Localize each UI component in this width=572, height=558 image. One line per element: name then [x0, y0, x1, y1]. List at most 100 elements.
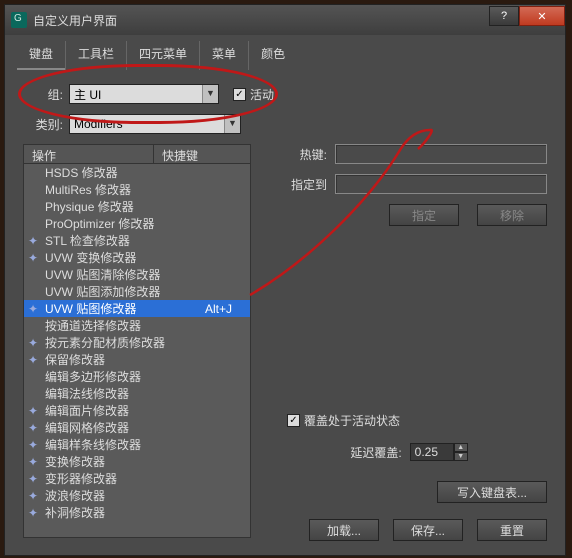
delay-label: 延迟覆盖: — [350, 444, 401, 461]
category-label: 类别: — [23, 116, 63, 133]
list-item[interactable]: ✦保留修改器 — [24, 351, 250, 368]
delay-spinner[interactable]: 0.25 ▲▼ — [410, 443, 468, 461]
group-label: 组: — [23, 86, 63, 103]
item-icon — [28, 370, 42, 384]
list-item[interactable]: ProOptimizer 修改器 — [24, 215, 250, 232]
write-kb-button[interactable]: 写入键盘表... — [437, 481, 547, 503]
category-value: Modifiers — [74, 117, 123, 131]
spin-up-icon[interactable]: ▲ — [454, 443, 468, 452]
tab-toolbar[interactable]: 工具栏 — [65, 41, 126, 70]
item-label: UVW 贴图修改器 — [45, 300, 205, 317]
item-label: UVW 贴图添加修改器 — [45, 283, 232, 300]
tab-keyboard[interactable]: 键盘 — [17, 41, 65, 70]
remove-button[interactable]: 移除 — [477, 204, 547, 226]
app-icon — [11, 12, 27, 28]
item-icon — [28, 268, 42, 282]
list-item[interactable]: 编辑多边形修改器 — [24, 368, 250, 385]
item-icon: ✦ — [28, 353, 42, 367]
list-item[interactable]: ✦UVW 变换修改器 — [24, 249, 250, 266]
save-button[interactable]: 保存... — [393, 519, 463, 541]
list-item[interactable]: UVW 贴图添加修改器 — [24, 283, 250, 300]
item-label: 编辑面片修改器 — [45, 402, 232, 419]
spin-down-icon[interactable]: ▼ — [454, 452, 468, 461]
item-icon: ✦ — [28, 472, 42, 486]
col-hotkey[interactable]: 快捷键 — [154, 145, 250, 163]
item-label: 编辑样条线修改器 — [45, 436, 232, 453]
item-icon — [28, 319, 42, 333]
right-panel: 热键: 指定到 指定 移除 ✓ 覆盖处于活动状态 — [271, 144, 547, 541]
list-item[interactable]: ✦补洞修改器 — [24, 504, 250, 521]
item-label: 波浪修改器 — [45, 487, 232, 504]
action-list[interactable]: HSDS 修改器MultiRes 修改器Physique 修改器ProOptim… — [24, 164, 250, 537]
item-label: 变形器修改器 — [45, 470, 232, 487]
list-item[interactable]: 按通道选择修改器 — [24, 317, 250, 334]
list-item[interactable]: HSDS 修改器 — [24, 164, 250, 181]
item-icon — [28, 387, 42, 401]
delay-value[interactable]: 0.25 — [410, 443, 454, 461]
item-label: 按元素分配材质修改器 — [45, 334, 232, 351]
list-item[interactable]: ✦编辑网格修改器 — [24, 419, 250, 436]
chevron-down-icon: ▼ — [202, 85, 218, 103]
item-label: UVW 变换修改器 — [45, 249, 232, 266]
item-label: 编辑法线修改器 — [45, 385, 232, 402]
action-listbox: HSDS 修改器MultiRes 修改器Physique 修改器ProOptim… — [23, 164, 251, 538]
col-action[interactable]: 操作 — [24, 145, 154, 163]
list-item[interactable]: ✦变换修改器 — [24, 453, 250, 470]
item-label: STL 检查修改器 — [45, 232, 232, 249]
item-icon: ✦ — [28, 302, 42, 316]
item-label: 保留修改器 — [45, 351, 232, 368]
list-item[interactable]: ✦变形器修改器 — [24, 470, 250, 487]
item-icon: ✦ — [28, 506, 42, 520]
item-icon: ✦ — [28, 489, 42, 503]
active-label: 活动 — [250, 86, 274, 103]
item-label: Physique 修改器 — [45, 198, 232, 215]
list-header: 操作 快捷键 — [23, 144, 251, 164]
item-icon: ✦ — [28, 251, 42, 265]
help-button[interactable]: ? — [489, 6, 519, 26]
item-label: UVW 贴图清除修改器 — [45, 266, 232, 283]
item-icon: ✦ — [28, 438, 42, 452]
main-pane: 组: 主 UI ▼ ✓ 活动 类别: Modifiers ▼ 操作 快捷键 — [5, 70, 565, 551]
window-title: 自定义用户界面 — [33, 12, 489, 29]
item-icon — [28, 285, 42, 299]
override-checkbox[interactable]: ✓ 覆盖处于活动状态 — [287, 412, 400, 429]
tab-menu[interactable]: 菜单 — [199, 41, 248, 70]
active-checkbox[interactable]: ✓ 活动 — [233, 86, 274, 103]
list-item[interactable]: 编辑法线修改器 — [24, 385, 250, 402]
assign-button[interactable]: 指定 — [389, 204, 459, 226]
list-item[interactable]: ✦STL 检查修改器 — [24, 232, 250, 249]
list-item[interactable]: UVW 贴图清除修改器 — [24, 266, 250, 283]
tab-quadmenu[interactable]: 四元菜单 — [126, 41, 199, 70]
check-icon: ✓ — [287, 414, 300, 427]
list-item[interactable]: Physique 修改器 — [24, 198, 250, 215]
category-combo[interactable]: Modifiers ▼ — [69, 114, 241, 134]
item-label: 编辑网格修改器 — [45, 419, 232, 436]
list-item[interactable]: ✦UVW 贴图修改器Alt+J — [24, 300, 250, 317]
item-icon — [28, 200, 42, 214]
action-list-panel: 操作 快捷键 HSDS 修改器MultiRes 修改器Physique 修改器P… — [23, 144, 251, 541]
override-label: 覆盖处于活动状态 — [304, 412, 400, 429]
item-icon: ✦ — [28, 234, 42, 248]
item-icon: ✦ — [28, 404, 42, 418]
assignto-input[interactable] — [335, 174, 547, 194]
list-item[interactable]: ✦编辑面片修改器 — [24, 402, 250, 419]
list-item[interactable]: ✦波浪修改器 — [24, 487, 250, 504]
group-value: 主 UI — [74, 86, 101, 103]
group-combo[interactable]: 主 UI ▼ — [69, 84, 219, 104]
load-button[interactable]: 加载... — [309, 519, 379, 541]
item-label: HSDS 修改器 — [45, 164, 232, 181]
tabbar: 键盘 工具栏 四元菜单 菜单 颜色 — [5, 35, 565, 70]
item-hotkey: Alt+J — [205, 302, 250, 316]
chevron-down-icon: ▼ — [224, 115, 240, 133]
close-button[interactable]: ✕ — [519, 6, 565, 26]
hotkey-input[interactable] — [335, 144, 547, 164]
assignto-label: 指定到 — [271, 176, 327, 193]
list-item[interactable]: ✦编辑样条线修改器 — [24, 436, 250, 453]
reset-button[interactable]: 重置 — [477, 519, 547, 541]
list-item[interactable]: ✦按元素分配材质修改器 — [24, 334, 250, 351]
titlebar[interactable]: 自定义用户界面 ? ✕ — [5, 5, 565, 35]
item-label: 变换修改器 — [45, 453, 232, 470]
list-item[interactable]: MultiRes 修改器 — [24, 181, 250, 198]
tab-color[interactable]: 颜色 — [248, 41, 297, 70]
hotkey-label: 热键: — [271, 146, 327, 163]
